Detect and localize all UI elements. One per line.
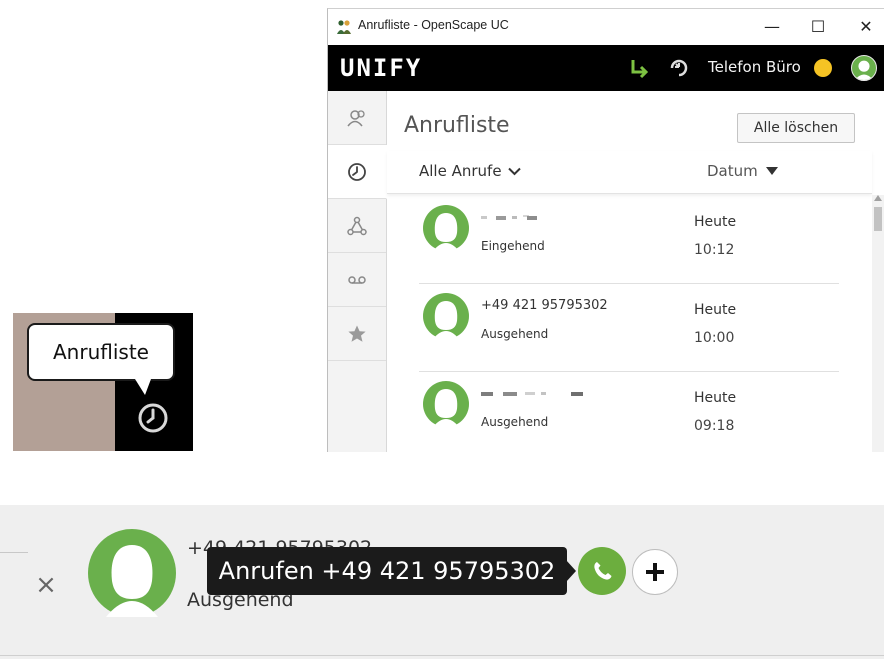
sidebar-item-call-history[interactable] (328, 145, 387, 199)
call-filter-label: Alle Anrufe (419, 162, 502, 180)
tooltip-label: Anrufliste (53, 340, 149, 364)
call-list-item[interactable]: Ausgehend Heute 09:18 (419, 371, 839, 452)
favorites-icon (348, 325, 366, 342)
call-list-tooltip: Anrufliste (27, 323, 175, 381)
app-icon (337, 20, 351, 34)
call-name: +49 421 95795302 (481, 298, 608, 313)
filter-bar: Alle Anrufe Datum (387, 151, 872, 194)
title-bar[interactable]: Anrufliste - OpenScape UC — ☐ ✕ (328, 9, 884, 45)
sidebar-item-favorites[interactable] (328, 307, 386, 361)
call-day: Heute (694, 214, 737, 230)
tooltip-tail (566, 560, 576, 582)
contact-row-crop: × +49 421 95795302 Ausgehend Anrufen +49… (0, 505, 884, 659)
call-time: 09:18 (694, 418, 735, 434)
brand-bar: UNIFY Telefon Büro (328, 45, 884, 91)
scroll-up-icon[interactable] (874, 195, 882, 201)
sort-label: Datum (707, 162, 758, 180)
contact-avatar (423, 205, 469, 251)
device-label[interactable]: Telefon Büro (708, 58, 801, 76)
redacted-name (481, 392, 583, 396)
divider (0, 655, 884, 656)
call-day: Heute (694, 302, 737, 318)
app-window: Anrufliste - OpenScape UC — ☐ ✕ UNIFY Te… (327, 8, 884, 452)
scrollbar-thumb[interactable] (874, 207, 882, 231)
network-icon (347, 216, 367, 235)
page-title: Anrufliste (404, 113, 510, 138)
call-list: Eingehend Heute 10:12 +49 421 95795302 A… (387, 195, 870, 452)
window-title: Anrufliste - OpenScape UC (358, 18, 509, 32)
call-time: 10:12 (694, 242, 735, 258)
phone-icon (594, 562, 612, 580)
clock-icon[interactable] (136, 401, 170, 435)
brand-logo: UNIFY (340, 54, 423, 82)
call-tooltip-text: Anrufen +49 421 95795302 (218, 557, 556, 585)
main-content: Anrufliste Alle löschen Alle Anrufe Datu… (387, 91, 884, 452)
call-time: 10:00 (694, 330, 735, 346)
tooltip-crop: Anrufliste (13, 313, 193, 451)
close-button[interactable]: ✕ (846, 12, 884, 40)
call-forward-icon[interactable] (628, 57, 650, 79)
phone-status-icon[interactable] (668, 57, 690, 79)
close-icon[interactable]: × (34, 572, 58, 598)
chevron-down-icon (507, 167, 521, 175)
call-button[interactable] (578, 547, 626, 595)
sidebar-item-contacts[interactable] (328, 91, 386, 145)
call-list-item[interactable]: +49 421 95795302 Ausgehend Heute 10:00 (419, 283, 839, 372)
contacts-icon (347, 109, 365, 126)
tooltip-tail (135, 379, 151, 395)
sidebar-item-network[interactable] (328, 199, 386, 253)
divider (0, 552, 28, 553)
maximize-button[interactable]: ☐ (798, 12, 838, 40)
vertical-scrollbar[interactable] (872, 195, 884, 452)
redacted-name (481, 215, 537, 220)
call-day: Heute (694, 390, 737, 406)
call-history-icon (348, 162, 366, 181)
sidebar-item-voicemail[interactable] (328, 253, 386, 307)
contact-avatar (423, 293, 469, 339)
contact-avatar (88, 529, 176, 617)
call-tooltip: Anrufen +49 421 95795302 (207, 547, 567, 595)
call-direction: Eingehend (481, 239, 545, 253)
user-avatar[interactable] (851, 55, 877, 81)
add-button[interactable] (632, 549, 678, 595)
contact-avatar (423, 381, 469, 427)
plus-icon (646, 563, 664, 581)
sort-down-icon (765, 167, 778, 175)
voicemail-icon (348, 275, 366, 284)
clear-all-button[interactable]: Alle löschen (737, 113, 855, 143)
call-filter-dropdown[interactable]: Alle Anrufe (419, 162, 521, 180)
call-direction: Ausgehend (481, 327, 549, 341)
call-list-item[interactable]: Eingehend Heute 10:12 (419, 195, 839, 284)
minimize-button[interactable]: — (752, 12, 792, 40)
sort-dropdown[interactable]: Datum (707, 162, 778, 180)
presence-status-icon[interactable] (814, 59, 832, 77)
sidebar (328, 91, 387, 452)
call-direction: Ausgehend (481, 415, 549, 429)
